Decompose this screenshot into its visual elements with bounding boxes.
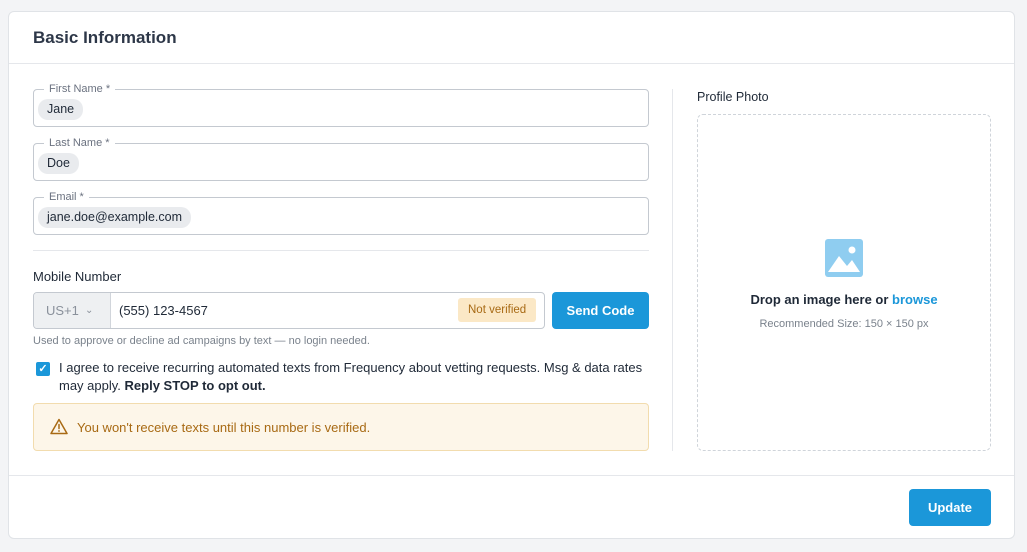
first-name-field[interactable]: First Name * Jane [33,82,649,127]
image-icon [825,239,863,277]
first-name-value: Jane [38,99,84,120]
profile-photo-label: Profile Photo [697,90,769,104]
update-button[interactable]: Update [909,489,991,526]
country-code-select[interactable]: US+1 ⌄ [34,293,111,328]
drop-text-main: Drop an image here or [750,292,889,307]
page-title: Basic Information [33,28,177,47]
mobile-number-label: Mobile Number [33,269,122,284]
column-divider [672,89,673,451]
mobile-helper-text: Used to approve or decline ad campaigns … [33,335,370,347]
mobile-number-input[interactable]: (555) 123-4567 [119,303,208,318]
send-code-button[interactable]: Send Code [552,292,649,329]
profile-photo-dropzone[interactable]: Drop an image here or browse Recommended… [697,114,991,451]
browse-link[interactable]: browse [892,292,938,307]
basic-information-card: Basic Information First Name * Jane Last… [8,11,1015,539]
email-value: jane.doe@example.com [38,207,191,228]
email-field[interactable]: Email * jane.doe@example.com [33,190,649,235]
last-name-value: Doe [38,153,79,174]
consent-text: I agree to receive recurring automated t… [59,359,649,395]
footer-divider [9,475,1014,476]
last-name-label: Last Name * [44,136,115,150]
status-badge: Not verified [458,298,537,322]
last-name-field[interactable]: Last Name * Doe [33,136,649,181]
first-name-label: First Name * [44,82,116,96]
alert-text: You won't receive texts until this numbe… [77,420,371,435]
recommended-size-text: Recommended Size: 150 × 150 px [759,318,929,330]
drop-text: Drop an image here or browse [698,292,990,307]
consent-text-bold: Reply STOP to opt out. [124,378,266,393]
chevron-down-icon: ⌄ [85,305,94,316]
mobile-number-input-group: US+1 ⌄ (555) 123-4567 Not verified [33,292,545,329]
verification-warning-alert: You won't receive texts until this numbe… [33,403,649,451]
card-header: Basic Information [9,12,1014,64]
consent-checkbox[interactable]: ✓ [36,362,50,376]
country-code-value: US+1 [46,303,79,318]
warning-triangle-icon [50,418,68,435]
section-divider [33,250,649,251]
email-label: Email * [44,190,89,204]
